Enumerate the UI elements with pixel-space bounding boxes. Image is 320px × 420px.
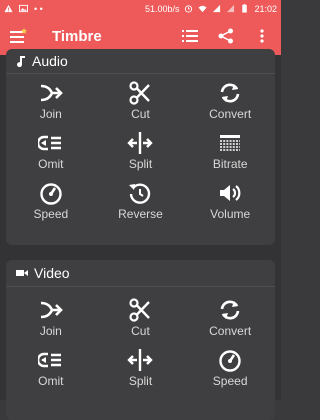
tool-label: Omit	[38, 374, 64, 388]
more-vertical-icon	[260, 29, 264, 43]
video-tools-grid: Join Cut Convert Omit Split Speed	[6, 287, 275, 397]
video-speed-tool[interactable]: Speed	[185, 347, 275, 397]
convert-icon	[220, 300, 240, 320]
tool-label: Split	[128, 374, 153, 388]
audio-cut-tool[interactable]: Cut	[96, 80, 186, 130]
audio-omit-tool[interactable]: Omit	[6, 130, 96, 180]
volume-icon	[220, 185, 241, 201]
video-cut-tool[interactable]: Cut	[96, 297, 186, 347]
omit-icon	[37, 352, 61, 368]
notification-dots: • •	[34, 3, 43, 14]
video-card: Video Join Cut Convert Omit Split Speed	[6, 260, 275, 420]
tool-label: Join	[39, 324, 62, 338]
main-content[interactable]: Audio Join Cut Convert Omit Split Bitrat…	[0, 49, 281, 420]
tool-label: Speed	[212, 374, 248, 388]
audio-section-title: Audio	[32, 53, 68, 69]
join-icon	[40, 84, 63, 102]
reverse-icon	[129, 183, 151, 204]
signal-icon	[227, 4, 235, 13]
tool-label: Cut	[131, 107, 150, 121]
warning-icon	[4, 4, 13, 13]
audio-bitrate-tool[interactable]: Bitrate	[185, 130, 275, 180]
speed-icon	[40, 183, 62, 205]
network-speed: 51.00b/s	[144, 3, 180, 14]
omit-icon	[37, 135, 61, 151]
audio-join-tool[interactable]: Join	[6, 80, 96, 130]
hamburger-menu-icon	[10, 28, 27, 43]
tool-label: Cut	[131, 324, 150, 338]
menu-button[interactable]	[10, 25, 32, 47]
music-note-icon	[17, 56, 25, 67]
audio-split-tool[interactable]: Split	[96, 130, 186, 180]
share-icon	[218, 28, 233, 44]
scissors-icon	[129, 298, 151, 322]
bitrate-icon	[220, 135, 241, 151]
video-split-tool[interactable]: Split	[96, 347, 186, 397]
app-title: Timbre	[52, 27, 102, 45]
split-icon	[127, 132, 154, 154]
more-options-button[interactable]	[251, 25, 273, 47]
audio-card: Audio Join Cut Convert Omit Split Bitrat…	[6, 49, 275, 245]
video-convert-tool[interactable]: Convert	[185, 297, 275, 347]
speed-icon	[219, 350, 241, 372]
video-section-title: Video	[34, 265, 70, 281]
video-camera-icon	[16, 270, 28, 276]
tool-label: Speed	[33, 207, 69, 221]
wifi-icon	[198, 5, 208, 13]
tool-label: Omit	[38, 157, 64, 171]
scissors-icon	[129, 81, 151, 105]
convert-icon	[220, 83, 240, 103]
audio-reverse-tool[interactable]: Reverse	[96, 180, 186, 230]
alarm-icon	[185, 5, 193, 13]
battery-icon	[242, 4, 248, 13]
share-button[interactable]	[215, 25, 237, 47]
tool-label: Reverse	[118, 207, 163, 221]
join-icon	[40, 301, 63, 319]
signal-icon	[213, 4, 221, 13]
video-join-tool[interactable]: Join	[6, 297, 96, 347]
status-bar: • • 51.00b/s 21:02	[0, 0, 281, 17]
audio-convert-tool[interactable]: Convert	[185, 80, 275, 130]
tool-label: Convert	[209, 107, 252, 121]
split-icon	[127, 349, 154, 371]
tool-label: Split	[128, 157, 153, 171]
tool-label: Volume	[210, 207, 251, 221]
video-section-header: Video	[6, 260, 275, 286]
list-button[interactable]	[179, 25, 201, 47]
audio-speed-tool[interactable]: Speed	[6, 180, 96, 230]
clock: 21:02	[254, 3, 277, 14]
list-icon	[182, 30, 198, 42]
audio-volume-tool[interactable]: Volume	[185, 180, 275, 230]
audio-section-header: Audio	[6, 49, 275, 73]
tool-label: Join	[39, 107, 62, 121]
tool-label: Convert	[209, 324, 252, 338]
video-omit-tool[interactable]: Omit	[6, 347, 96, 397]
tool-label: Bitrate	[212, 157, 248, 171]
image-icon	[19, 4, 28, 13]
audio-tools-grid: Join Cut Convert Omit Split Bitrate Spee…	[6, 74, 275, 230]
